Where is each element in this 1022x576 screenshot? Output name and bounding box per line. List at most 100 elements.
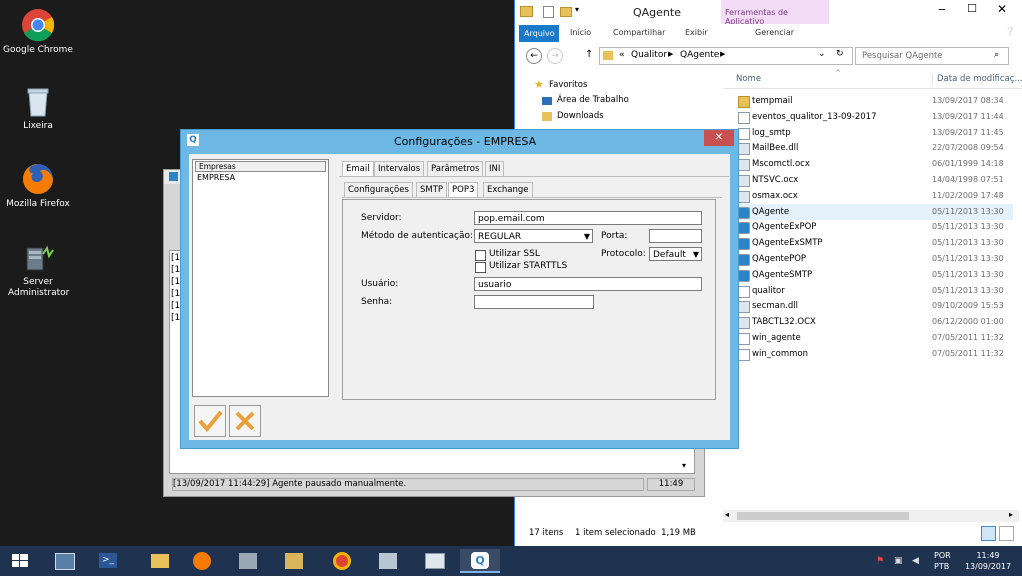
- taskbar-server-manager[interactable]: [44, 549, 84, 573]
- tab-configuracoes[interactable]: Configurações: [344, 182, 413, 197]
- desktop-icon-server-admin[interactable]: Server Administrator: [0, 240, 76, 299]
- file-row[interactable]: MailBee.dll 22/07/2008 09:54: [737, 140, 1013, 156]
- file-row[interactable]: osmax.ocx 11/02/2009 17:48: [737, 188, 1013, 204]
- file-row[interactable]: eventos_qualitor_13-09-2017 13/09/2017 11…: [737, 109, 1013, 125]
- column-data[interactable]: Data de modificaç...: [932, 74, 1022, 84]
- company-list[interactable]: Empresas EMPRESA: [192, 159, 329, 397]
- taskbar-qagente[interactable]: Q: [460, 549, 500, 573]
- refresh-icon[interactable]: ↻: [836, 49, 844, 59]
- tab-arquivo[interactable]: Arquivo: [519, 25, 559, 42]
- confirm-button[interactable]: [194, 405, 226, 437]
- column-nome[interactable]: Nome: [736, 74, 761, 84]
- taskbar-app[interactable]: [228, 549, 268, 573]
- nav-favoritos[interactable]: Favoritos: [549, 80, 587, 90]
- tab-ini[interactable]: INI: [485, 161, 505, 176]
- back-button[interactable]: ←: [526, 48, 542, 64]
- horizontal-scrollbar[interactable]: ◂ ▸: [723, 510, 1019, 522]
- scroll-thumb[interactable]: [737, 512, 909, 520]
- large-icons-view-icon[interactable]: [999, 526, 1014, 541]
- protocolo-select[interactable]: Default ▼: [649, 247, 702, 261]
- forward-button[interactable]: →: [547, 48, 563, 64]
- taskbar-powershell[interactable]: >_: [88, 549, 128, 573]
- file-row[interactable]: Mscomctl.ocx 06/01/1999 14:18: [737, 156, 1013, 172]
- starttls-checkbox[interactable]: [475, 262, 486, 273]
- servidor-input[interactable]: pop.email.com: [474, 211, 702, 225]
- tray-flag-icon[interactable]: ⚑: [876, 556, 884, 566]
- file-row[interactable]: TABCTL32.OCX 06/12/2000 01:00: [737, 314, 1013, 330]
- file-icon: [738, 127, 750, 140]
- file-row[interactable]: win_agente 07/05/2011 11:32: [737, 330, 1013, 346]
- properties-icon[interactable]: [543, 6, 554, 18]
- desktop-icon-chrome[interactable]: Google Chrome: [0, 8, 76, 56]
- tab-smtp[interactable]: SMTP: [416, 182, 448, 197]
- clock[interactable]: 11:49 13/09/2017: [962, 550, 1014, 572]
- tab-email[interactable]: Email: [342, 161, 374, 176]
- file-row[interactable]: log_smtp 13/09/2017 11:45: [737, 125, 1013, 141]
- taskbar-notes[interactable]: [368, 549, 408, 573]
- address-bar[interactable]: « Qualitor ▶ QAgente ▶ ⌄ ↻: [599, 47, 853, 65]
- chevron-down-icon[interactable]: ▾: [575, 5, 579, 14]
- file-row[interactable]: NTSVC.ocx 14/04/1998 07:51: [737, 172, 1013, 188]
- search-box[interactable]: Pesquisar QAgente ⌕: [855, 47, 1009, 65]
- cancel-button[interactable]: [229, 405, 261, 437]
- file-row[interactable]: secman.dll 09/10/2009 15:53: [737, 298, 1013, 314]
- file-row[interactable]: QAgente 05/11/2013 13:30: [737, 203, 1013, 220]
- ssl-checkbox[interactable]: [475, 250, 486, 261]
- chevron-down-icon[interactable]: ▼: [584, 230, 590, 244]
- taskbar-chrome[interactable]: [322, 549, 362, 573]
- chevron-down-icon[interactable]: ⌄: [818, 49, 826, 59]
- details-view-icon[interactable]: [981, 526, 996, 541]
- help-icon[interactable]: ❔: [1005, 27, 1015, 36]
- breadcrumb-qualitor[interactable]: Qualitor: [631, 50, 667, 60]
- scroll-down-icon[interactable]: ▾: [682, 461, 686, 470]
- file-row[interactable]: QAgenteSMTP 05/11/2013 13:30: [737, 267, 1013, 283]
- file-row[interactable]: win_common 07/05/2011 11:32: [737, 346, 1013, 362]
- list-item[interactable]: EMPRESA: [197, 173, 235, 182]
- desktop-icon-recycle-bin[interactable]: Lixeira: [0, 84, 76, 132]
- close-button[interactable]: ✕: [704, 130, 734, 146]
- tab-exibir[interactable]: Exibir: [685, 28, 708, 37]
- taskbar-firefox[interactable]: [182, 549, 222, 573]
- chevron-down-icon[interactable]: ▼: [693, 248, 699, 262]
- minimize-button[interactable]: ‒: [929, 2, 955, 20]
- scroll-right-icon[interactable]: ▸: [1009, 510, 1013, 519]
- taskbar-monitor[interactable]: [414, 549, 454, 573]
- scroll-left-icon[interactable]: ◂: [725, 510, 729, 519]
- nav-downloads[interactable]: Downloads: [557, 111, 604, 121]
- notes-icon: [379, 553, 397, 569]
- maximize-button[interactable]: ☐: [959, 2, 985, 20]
- taskbar-tools[interactable]: [274, 549, 314, 573]
- search-icon[interactable]: ⌕: [994, 50, 999, 60]
- tray-network-icon[interactable]: ▣: [894, 556, 903, 566]
- tab-parametros[interactable]: Parâmetros: [427, 161, 484, 176]
- file-row[interactable]: qualitor 05/11/2013 13:30: [737, 283, 1013, 299]
- language-indicator[interactable]: POR PTB: [934, 550, 951, 572]
- start-button[interactable]: [0, 549, 40, 573]
- exe-icon: [738, 254, 750, 266]
- tab-gerenciar[interactable]: Gerenciar: [755, 28, 794, 37]
- metodo-autenticacao-select[interactable]: REGULAR ▼: [474, 229, 593, 243]
- senha-input[interactable]: [474, 295, 594, 309]
- search-input[interactable]: Pesquisar QAgente: [862, 51, 943, 61]
- new-folder-icon[interactable]: [560, 7, 572, 17]
- close-button[interactable]: ✕: [989, 2, 1015, 20]
- desktop-icon-firefox[interactable]: Mozilla Firefox: [0, 162, 76, 210]
- tab-compartilhar[interactable]: Compartilhar: [613, 28, 665, 37]
- file-row[interactable]: QAgentePOP 05/11/2013 13:30: [737, 251, 1013, 267]
- taskbar-explorer[interactable]: [140, 549, 180, 573]
- usuario-input[interactable]: usuario: [474, 277, 702, 291]
- breadcrumb-overflow[interactable]: «: [619, 50, 625, 60]
- tray-volume-icon[interactable]: ◀: [912, 556, 919, 566]
- tab-pop3[interactable]: POP3: [448, 182, 479, 197]
- file-row[interactable]: QAgenteExPOP 05/11/2013 13:30: [737, 219, 1013, 235]
- porta-input[interactable]: [649, 229, 702, 243]
- file-row[interactable]: QAgenteExSMTP 05/11/2013 13:30: [737, 235, 1013, 251]
- file-row[interactable]: tempmail 13/09/2017 08:34: [737, 93, 1013, 109]
- configuracoes-dialog[interactable]: Q Configurações - EMPRESA ✕ Empresas EMP…: [180, 129, 739, 449]
- tab-inicio[interactable]: Início: [570, 28, 591, 37]
- tab-exchange[interactable]: Exchange: [483, 182, 533, 197]
- breadcrumb-qagente[interactable]: QAgente: [680, 50, 719, 60]
- nav-area-de-trabalho[interactable]: Área de Trabalho: [557, 95, 629, 105]
- up-button[interactable]: ↑: [585, 49, 593, 60]
- tab-intervalos[interactable]: Intervalos: [374, 161, 425, 176]
